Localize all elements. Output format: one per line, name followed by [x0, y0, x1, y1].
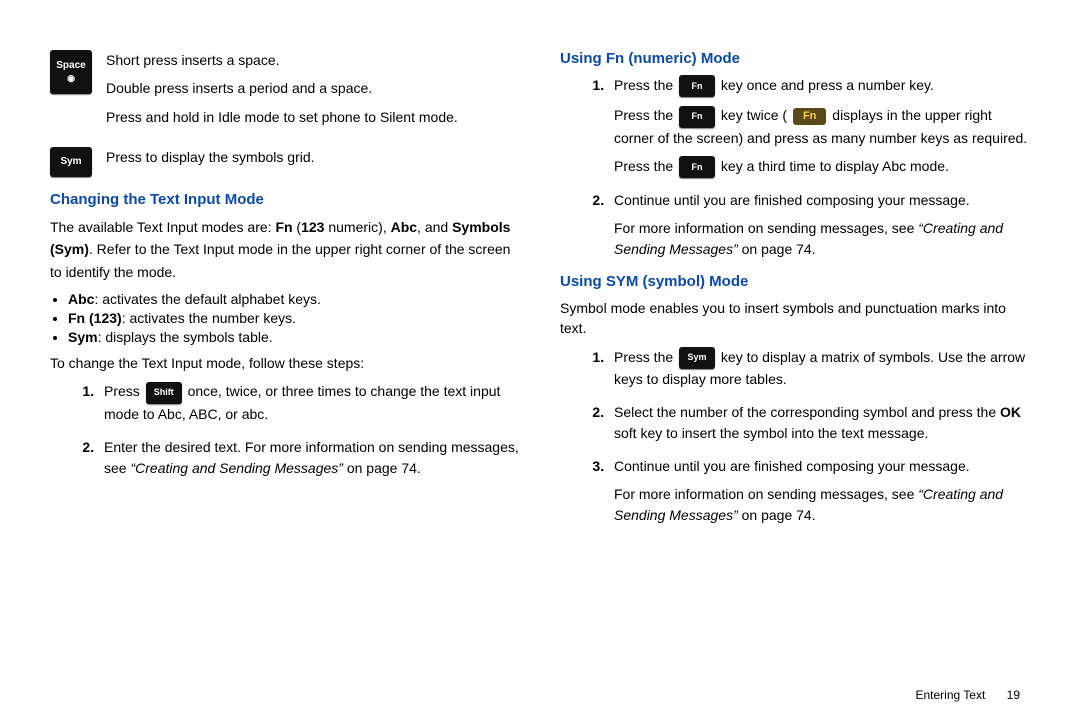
space-desc-1: Short press inserts a space. [106, 50, 458, 70]
sym-mode-steps: Press the Sym key to display a matrix of… [560, 347, 1030, 525]
space-sub-icon: ◉ [67, 74, 75, 83]
sym-mode-intro: Symbol mode enables you to insert symbol… [560, 298, 1030, 339]
mode-bullets: Abc: activates the default alphabet keys… [68, 291, 520, 345]
changing-mode-intro: The available Text Input modes are: Fn (… [50, 216, 520, 283]
list-item: Abc: activates the default alphabet keys… [68, 291, 520, 307]
list-item: Fn (123): activates the number keys. [68, 310, 520, 326]
list-item: Sym: displays the symbols table. [68, 329, 520, 345]
heading-sym-mode: Using SYM (symbol) Mode [560, 273, 1030, 290]
space-key-desc: Short press inserts a space. Double pres… [106, 50, 458, 135]
fn-key-icon: Fn [679, 106, 715, 128]
left-column: Space ◉ Short press inserts a space. Dou… [50, 50, 520, 700]
sym-key-icon: Sym [679, 347, 715, 369]
space-key-row: Space ◉ Short press inserts a space. Dou… [50, 50, 520, 135]
list-item: Press the Fn key once and press a number… [608, 75, 1030, 178]
sym-desc: Press to display the symbols grid. [106, 147, 315, 167]
footer-section: Entering Text [915, 688, 985, 702]
footer-page-number: 19 [1007, 688, 1020, 702]
shift-key-icon: Shift [146, 382, 182, 404]
manual-page: Space ◉ Short press inserts a space. Dou… [0, 0, 1080, 720]
list-item: Continue until you are finished composin… [608, 456, 1030, 525]
space-desc-3: Press and hold in Idle mode to set phone… [106, 107, 458, 127]
space-desc-2: Double press inserts a period and a spac… [106, 78, 458, 98]
heading-fn-mode: Using Fn (numeric) Mode [560, 50, 1030, 67]
page-footer: Entering Text 19 [915, 688, 1020, 702]
space-key-icon: Space ◉ [50, 50, 92, 94]
right-column: Using Fn (numeric) Mode Press the Fn key… [560, 50, 1030, 700]
list-item: Press Shift once, twice, or three times … [98, 381, 520, 424]
fn-key-icon: Fn [679, 75, 715, 97]
fn-mode-steps: Press the Fn key once and press a number… [560, 75, 1030, 259]
list-item: Continue until you are finished composin… [608, 190, 1030, 259]
list-item: Enter the desired text. For more informa… [98, 437, 520, 479]
list-item: Press the Sym key to display a matrix of… [608, 347, 1030, 390]
changing-mode-steps-intro: To change the Text Input mode, follow th… [50, 353, 520, 373]
sym-key-row: Sym Press to display the symbols grid. [50, 147, 520, 177]
fn-key-icon: Fn [679, 156, 715, 178]
list-item: Select the number of the corresponding s… [608, 402, 1030, 444]
space-key-label: Space [56, 61, 85, 71]
changing-mode-steps: Press Shift once, twice, or three times … [50, 381, 520, 478]
sym-key-desc: Press to display the symbols grid. [106, 147, 315, 175]
fn-badge-icon: Fn [793, 108, 826, 125]
sym-key-icon: Sym [50, 147, 92, 177]
heading-changing-mode: Changing the Text Input Mode [50, 191, 520, 208]
